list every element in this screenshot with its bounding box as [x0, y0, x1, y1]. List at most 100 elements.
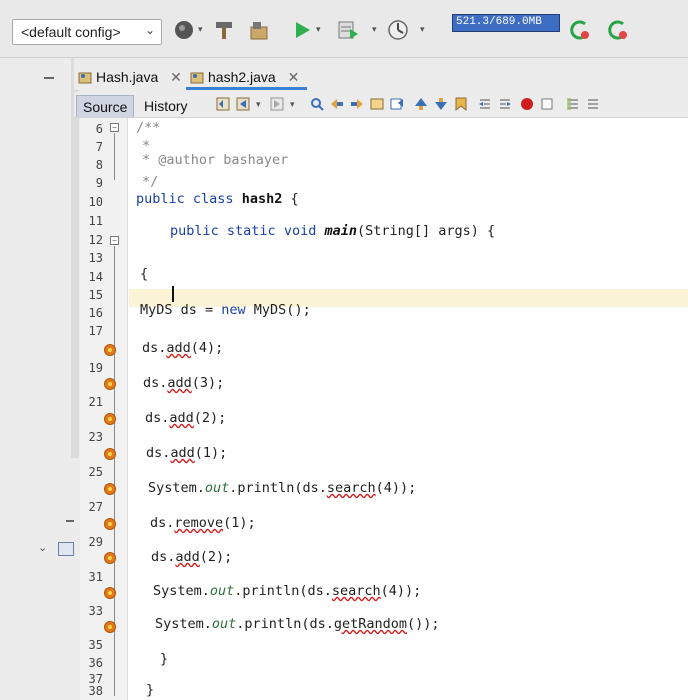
- fold-toggle-icon[interactable]: −: [110, 236, 119, 245]
- shift-left-icon[interactable]: [478, 97, 492, 111]
- chevron-down-icon[interactable]: ⌄: [38, 541, 47, 554]
- build-icon[interactable]: [248, 18, 272, 42]
- run-dropdown-icon[interactable]: ▾: [316, 24, 321, 35]
- code-line: MyDS ds = new MyDS();: [140, 302, 311, 318]
- line-number: 16: [88, 306, 103, 320]
- record-macro-icon[interactable]: [520, 97, 534, 111]
- profile-icon[interactable]: [386, 18, 410, 42]
- tab-hash-java[interactable]: Hash.java ✕: [74, 64, 190, 90]
- code-line: ds.add(3);: [143, 375, 225, 391]
- line-number-gutter: − − 6 7 8 9 10 11 12 13 14 15 16 17 19 2…: [80, 118, 128, 700]
- previous-bookmark-icon[interactable]: [414, 97, 428, 111]
- text-caret: [172, 286, 174, 302]
- code-line: ds.add(2);: [145, 410, 227, 426]
- error-marker-icon[interactable]: [104, 413, 116, 425]
- find-next-icon[interactable]: [350, 97, 364, 111]
- error-marker-icon[interactable]: [104, 552, 116, 564]
- code-editor[interactable]: − − 6 7 8 9 10 11 12 13 14 15 16 17 19 2…: [80, 118, 688, 700]
- find-selection-icon[interactable]: [370, 97, 384, 111]
- gc-alt-icon[interactable]: [606, 18, 630, 42]
- next-bookmark-icon[interactable]: [434, 97, 448, 111]
- main-toolbar: <default config> ⌄ ▾ ▾ ▾ ▾ 521.3/689.0MB: [0, 0, 688, 58]
- error-marker-icon[interactable]: [104, 378, 116, 390]
- code-line: {: [140, 266, 149, 282]
- line-number: 12: [88, 233, 103, 247]
- hammer-icon[interactable]: [212, 18, 236, 42]
- error-marker-icon[interactable]: [104, 518, 116, 530]
- line-number: 11: [88, 214, 103, 228]
- java-file-icon: [190, 72, 204, 84]
- java-file-icon: [78, 72, 92, 84]
- toggle-bookmark-icon[interactable]: [454, 97, 468, 111]
- toggle-highlight-icon[interactable]: [390, 97, 404, 111]
- database-icon[interactable]: [58, 542, 74, 556]
- code-line: */: [142, 174, 159, 190]
- line-number: 33: [88, 604, 103, 618]
- chevron-down-icon: ⌄: [144, 23, 155, 37]
- code-line: /**: [136, 120, 161, 136]
- code-line: System.out.println(ds.getRandom());: [155, 616, 440, 632]
- error-marker-icon[interactable]: [104, 344, 116, 356]
- uncomment-icon[interactable]: [586, 97, 600, 111]
- fold-guide: [114, 133, 115, 180]
- search-icon[interactable]: [310, 97, 324, 111]
- code-line: ds.add(4);: [142, 340, 224, 356]
- divider: [66, 520, 74, 522]
- code-line: * @author bashayer: [142, 152, 289, 168]
- minimize-icon[interactable]: [44, 77, 54, 79]
- forward-icon[interactable]: [270, 97, 284, 111]
- tab-label: Hash.java: [96, 69, 159, 85]
- line-number: 19: [88, 361, 103, 375]
- last-edit-icon[interactable]: [216, 97, 230, 111]
- line-number: 17: [88, 324, 103, 338]
- run-icon[interactable]: [290, 18, 314, 42]
- tab-history[interactable]: History: [138, 95, 194, 117]
- code-line: ds.add(1);: [146, 445, 228, 461]
- start-comment-icon[interactable]: [566, 97, 580, 111]
- code-line: System.out.println(ds.search(4));: [148, 480, 417, 496]
- line-number: 38: [88, 684, 103, 698]
- error-marker-icon[interactable]: [104, 621, 116, 633]
- code-line: ds.remove(1);: [150, 515, 256, 531]
- error-marker-icon[interactable]: [104, 448, 116, 460]
- back-icon[interactable]: [236, 97, 250, 111]
- close-icon[interactable]: ✕: [170, 69, 182, 85]
- stop-macro-icon[interactable]: [540, 97, 554, 111]
- profile-dropdown-icon[interactable]: ▾: [420, 24, 425, 35]
- navigator-strip: ⌄: [0, 58, 79, 700]
- tab-hash2-java[interactable]: hash2.java ✕: [186, 64, 308, 90]
- tab-source[interactable]: Source: [76, 95, 135, 117]
- line-number: 35: [88, 638, 103, 652]
- code-line: public static void main(String[] args) {: [170, 223, 496, 239]
- clean-build-icon[interactable]: [172, 18, 196, 42]
- line-number: 31: [88, 570, 103, 584]
- line-number: 21: [88, 395, 103, 409]
- line-number: 23: [88, 430, 103, 444]
- code-line: }: [160, 651, 169, 667]
- code-line: ds.add(2);: [151, 549, 233, 565]
- clean-build-dropdown-icon[interactable]: ▾: [198, 24, 203, 35]
- editor-toolbar: Source History ▾ ▾: [74, 92, 688, 118]
- code-line: }: [146, 682, 155, 698]
- debug-dropdown-icon[interactable]: ▾: [372, 24, 377, 35]
- back-dropdown-icon[interactable]: ▾: [256, 99, 261, 110]
- forward-dropdown-icon[interactable]: ▾: [290, 99, 295, 110]
- fold-toggle-icon[interactable]: −: [110, 123, 119, 132]
- error-marker-icon[interactable]: [104, 587, 116, 599]
- line-number: 14: [88, 270, 103, 284]
- editor-tabbar: Hash.java ✕ hash2.java ✕: [74, 58, 688, 90]
- config-dropdown[interactable]: <default config> ⌄: [12, 19, 162, 45]
- line-number: 6: [95, 122, 103, 136]
- line-number: 13: [88, 251, 103, 265]
- close-icon[interactable]: ✕: [288, 69, 300, 85]
- line-number: 27: [88, 500, 103, 514]
- line-number: 36: [88, 656, 103, 670]
- debug-icon[interactable]: [336, 18, 360, 42]
- gc-icon[interactable]: [568, 18, 592, 42]
- shift-right-icon[interactable]: [498, 97, 512, 111]
- line-number: 15: [88, 288, 103, 302]
- error-marker-icon[interactable]: [104, 483, 116, 495]
- memory-usage-bar[interactable]: 521.3/689.0MB: [452, 14, 560, 32]
- find-previous-icon[interactable]: [330, 97, 344, 111]
- tab-label: hash2.java: [208, 69, 276, 85]
